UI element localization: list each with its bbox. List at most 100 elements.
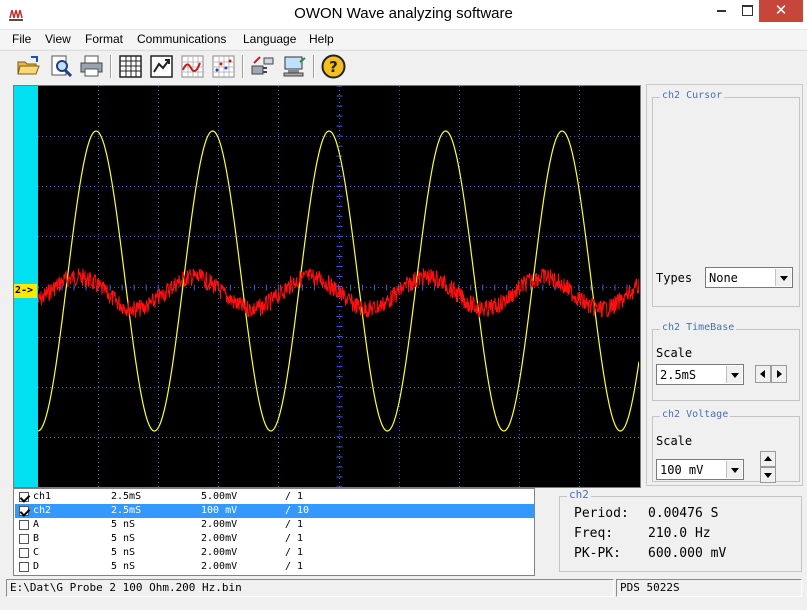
measurement-group: ch2 Period: 0.00476 S Freq: 210.0 Hz PK-…	[559, 488, 802, 572]
channel-name: C	[33, 547, 40, 558]
channel-timebase: 5 nS	[111, 519, 136, 530]
data-table-icon[interactable]	[118, 54, 143, 79]
cursor-group-title: ch2 Cursor	[660, 90, 725, 101]
channel-timebase: 5 nS	[111, 533, 136, 544]
channel-row-ch1[interactable]: ch1 2.5mS 5.00mV / 1	[15, 490, 534, 504]
close-icon: ✕	[774, 1, 788, 19]
timebase-increase-button[interactable]	[771, 365, 787, 383]
waveform-chart-icon[interactable]	[180, 54, 205, 79]
timebase-group: ch2 TimeBase Scale 2.5mS	[652, 322, 800, 401]
voltage-scale-label: Scale	[656, 434, 693, 448]
chevron-down-icon[interactable]	[726, 366, 742, 383]
help-question-icon[interactable]: ?	[321, 54, 346, 79]
voltage-group: ch2 Voltage Scale 100 mV	[652, 409, 800, 483]
timebase-decrease-button[interactable]	[755, 365, 771, 383]
menu-language[interactable]: Language	[243, 32, 296, 46]
period-value: 0.00476 S	[648, 506, 719, 521]
channel-probe: / 1	[285, 561, 304, 572]
freq-value: 210.0 Hz	[648, 526, 711, 541]
channel-checkbox[interactable]	[19, 548, 29, 558]
computer-connect-icon[interactable]	[282, 54, 307, 79]
channel-volts: 5.00mV	[201, 491, 238, 502]
ch2-waveform	[38, 267, 639, 319]
status-file-path: E:\Dat\G Probe 2 100 Ohm.200 Hz.bin	[6, 579, 614, 597]
cursor-types-label: Types	[656, 271, 693, 285]
channel-settings-panel: ch2 Cursor Types None ch2 TimeBase Scale…	[646, 84, 803, 486]
channel-volts: 100 mV	[201, 505, 238, 516]
menu-format[interactable]: Format	[85, 32, 123, 46]
channel-timebase: 2.5mS	[111, 491, 142, 502]
chevron-down-icon[interactable]	[775, 269, 791, 286]
channel-row-c[interactable]: C 5 nS 2.00mV / 1	[15, 546, 534, 560]
waveform-plot	[38, 86, 639, 487]
open-folder-icon[interactable]	[16, 54, 41, 79]
timebase-scale-select[interactable]: 2.5mS	[656, 364, 744, 385]
cursor-types-select[interactable]: None	[705, 267, 793, 288]
channel-name: A	[33, 519, 40, 530]
channel-row-b[interactable]: B 5 nS 2.00mV / 1	[15, 532, 534, 546]
channel-volts: 2.00mV	[201, 547, 238, 558]
pkpk-value: 600.000 mV	[648, 546, 727, 561]
channel-volts: 2.00mV	[201, 561, 238, 572]
channel-name: D	[33, 561, 40, 572]
menu-help[interactable]: Help	[309, 32, 334, 46]
chevron-down-icon[interactable]	[726, 461, 742, 478]
channel-row-d[interactable]: D 5 nS 2.00mV / 1	[15, 560, 534, 574]
export-chart-icon[interactable]	[149, 54, 174, 79]
freq-label: Freq:	[574, 526, 614, 541]
timebase-group-title: ch2 TimeBase	[660, 322, 737, 333]
scatter-grid-icon[interactable]	[211, 54, 236, 79]
channel-timebase: 5 nS	[111, 561, 136, 572]
channel-probe: / 1	[285, 491, 304, 502]
channel-list: ch1 2.5mS 5.00mV / 1 ch2 2.5mS 100 mV / …	[13, 488, 535, 576]
channel-name: B	[33, 533, 40, 544]
svg-text:?: ?	[329, 58, 338, 76]
channel-checkbox[interactable]	[19, 534, 29, 544]
channel-checkbox[interactable]	[19, 562, 29, 572]
channel-2-marker[interactable]: 2->	[14, 284, 37, 298]
pkpk-label: PK-PK:	[574, 546, 621, 561]
title-bar: OWON Wave analyzing software ✕	[0, 0, 807, 30]
channel-timebase: 2.5mS	[111, 505, 142, 516]
scope-grid	[38, 86, 639, 487]
menu-bar: File View Format Communications Language…	[0, 30, 807, 49]
cursor-types-value: None	[709, 271, 738, 285]
voltage-decrease-button[interactable]	[760, 467, 776, 483]
close-button[interactable]: ✕	[759, 0, 803, 22]
menu-view[interactable]: View	[45, 32, 71, 46]
menu-communications[interactable]: Communications	[137, 32, 226, 46]
channel-row-a[interactable]: A 5 nS 2.00mV / 1	[15, 518, 534, 532]
voltage-increase-button[interactable]	[760, 451, 776, 467]
channel-timebase: 5 nS	[111, 547, 136, 558]
channel-checkbox[interactable]	[19, 520, 29, 530]
channel-name: ch2	[33, 505, 52, 516]
cursor-group: ch2 Cursor Types None	[652, 90, 800, 307]
channel-checkbox[interactable]	[19, 492, 29, 502]
voltage-scale-select[interactable]: 100 mV	[656, 459, 744, 480]
toolbar-separator	[110, 55, 112, 78]
toolbar: ?	[0, 50, 807, 82]
printer-icon[interactable]	[79, 54, 104, 79]
channel-probe: / 10	[285, 505, 310, 516]
menu-file[interactable]: File	[12, 32, 31, 46]
toolbar-separator	[242, 55, 244, 78]
channel-probe: / 1	[285, 533, 304, 544]
voltage-group-title: ch2 Voltage	[660, 409, 731, 420]
timebase-scale-label: Scale	[656, 346, 693, 360]
voltage-scale-value: 100 mV	[660, 463, 704, 477]
channel-name: ch1	[33, 491, 52, 502]
channel-row-ch2[interactable]: ch2 2.5mS 100 mV / 10	[15, 504, 534, 518]
measurement-group-title: ch2	[567, 488, 591, 501]
channel-probe: / 1	[285, 547, 304, 558]
preview-magnifier-icon[interactable]	[49, 54, 74, 79]
channel-volts: 2.00mV	[201, 519, 238, 530]
timebase-scale-value: 2.5mS	[660, 368, 697, 382]
status-bar: E:\Dat\G Probe 2 100 Ohm.200 Hz.bin PDS …	[0, 578, 807, 598]
period-label: Period:	[574, 506, 629, 521]
window-title: OWON Wave analyzing software	[294, 5, 513, 22]
status-device: PDS 5022S	[616, 579, 802, 597]
disconnect-plug-icon[interactable]	[250, 54, 275, 79]
channel-checkbox[interactable]	[19, 506, 29, 516]
channel-probe: / 1	[285, 519, 304, 530]
channel-volts: 2.00mV	[201, 533, 238, 544]
